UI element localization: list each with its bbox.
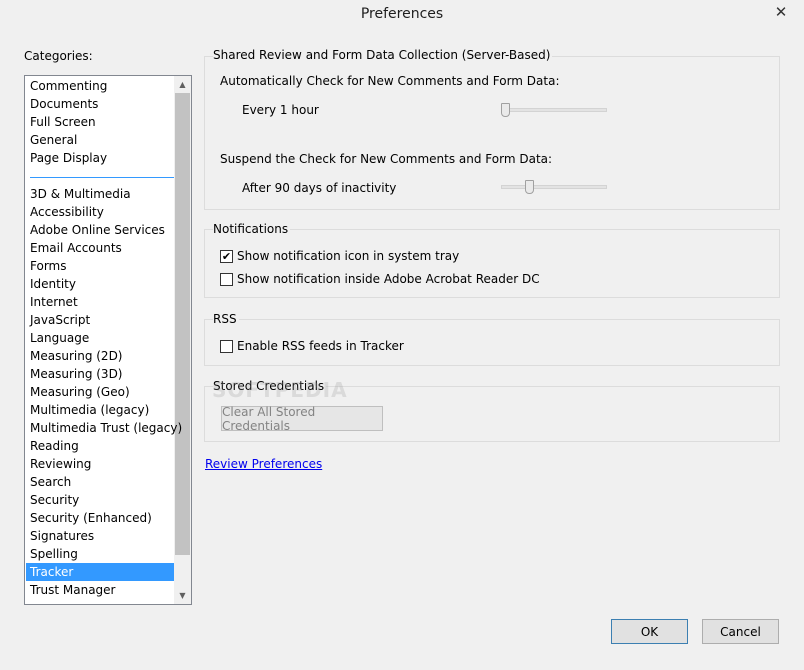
suspend-slider-track[interactable] (501, 185, 607, 189)
cancel-button[interactable]: Cancel (702, 619, 779, 644)
category-item[interactable]: 3D & Multimedia (26, 185, 174, 203)
window-title: Preferences (360, 6, 444, 22)
category-item[interactable]: Documents (26, 95, 174, 113)
rss-label: Enable RSS feeds in Tracker (237, 339, 404, 353)
category-item[interactable]: Email Accounts (26, 239, 174, 257)
system-tray-option[interactable]: ✔ Show notification icon in system tray (220, 249, 459, 263)
category-item[interactable]: Security (Enhanced) (26, 509, 174, 527)
watermark: SOFTPEDIA (212, 378, 348, 402)
auto-check-label: Automatically Check for New Comments and… (220, 74, 560, 88)
ok-button[interactable]: OK (611, 619, 688, 644)
categories-list[interactable]: ▲ ▼ Commenting Documents Full Screen Genera… (24, 75, 192, 605)
close-icon: ✕ (774, 3, 788, 21)
category-item[interactable]: Accessibility (26, 203, 174, 221)
system-tray-checkbox[interactable]: ✔ (220, 249, 233, 263)
category-item[interactable]: Signatures (26, 527, 174, 545)
rss-checkbox[interactable] (220, 339, 233, 353)
category-item[interactable]: Commenting (26, 77, 174, 95)
categories-label: Categories: (24, 49, 93, 63)
category-item[interactable]: JavaScript (26, 311, 174, 329)
category-item[interactable]: Trust Manager (26, 581, 174, 599)
category-item[interactable]: Identity (26, 275, 174, 293)
suspend-value: After 90 days of inactivity (242, 181, 397, 195)
inside-reader-option[interactable]: Show notification inside Adobe Acrobat R… (220, 272, 540, 286)
category-item[interactable]: Security (26, 491, 174, 509)
close-button[interactable]: ✕ (768, 2, 794, 22)
title-bar: Preferences ✕ (0, 0, 804, 31)
category-item[interactable]: Adobe Online Services (26, 221, 174, 239)
review-preferences-link[interactable]: Review Preferences (205, 457, 322, 471)
category-item[interactable]: Reading (26, 437, 174, 455)
categories-scrollbar[interactable]: ▲ ▼ (174, 76, 191, 604)
categories-separator (30, 177, 174, 178)
scroll-thumb[interactable] (175, 93, 190, 555)
category-item[interactable]: Measuring (3D) (26, 365, 174, 383)
inside-reader-label: Show notification inside Adobe Acrobat R… (237, 272, 540, 286)
category-item[interactable]: Spelling (26, 545, 174, 563)
auto-check-slider-thumb[interactable] (501, 103, 510, 117)
category-item[interactable]: Internet (26, 293, 174, 311)
scroll-up-icon[interactable]: ▲ (174, 76, 191, 93)
category-item[interactable]: Full Screen (26, 113, 174, 131)
scroll-down-icon[interactable]: ▼ (174, 587, 191, 604)
category-item[interactable]: Measuring (Geo) (26, 383, 174, 401)
clear-credentials-button[interactable]: Clear All Stored Credentials (221, 405, 383, 433)
system-tray-label: Show notification icon in system tray (237, 249, 460, 263)
rss-option[interactable]: Enable RSS feeds in Tracker (220, 339, 404, 353)
shared-review-title: Shared Review and Form Data Collection (… (213, 48, 553, 62)
notifications-title: Notifications (213, 222, 291, 236)
category-item[interactable]: Language (26, 329, 174, 347)
category-item[interactable]: Multimedia (legacy) (26, 401, 174, 419)
category-item[interactable]: Search (26, 473, 174, 491)
category-item[interactable]: Reviewing (26, 455, 174, 473)
inside-reader-checkbox[interactable] (220, 272, 233, 286)
category-item[interactable]: Tracker (26, 563, 174, 581)
auto-check-slider-track[interactable] (501, 108, 607, 112)
notifications-group (204, 229, 780, 298)
rss-title: RSS (213, 312, 239, 326)
auto-check-value: Every 1 hour (242, 103, 319, 117)
category-item[interactable]: Multimedia Trust (legacy) (26, 419, 182, 437)
category-item[interactable]: Measuring (2D) (26, 347, 174, 365)
category-item[interactable]: Forms (26, 257, 174, 275)
category-item[interactable]: Page Display (26, 149, 174, 167)
suspend-label: Suspend the Check for New Comments and F… (220, 152, 553, 166)
suspend-slider-thumb[interactable] (525, 180, 535, 194)
category-item[interactable]: General (26, 131, 174, 149)
